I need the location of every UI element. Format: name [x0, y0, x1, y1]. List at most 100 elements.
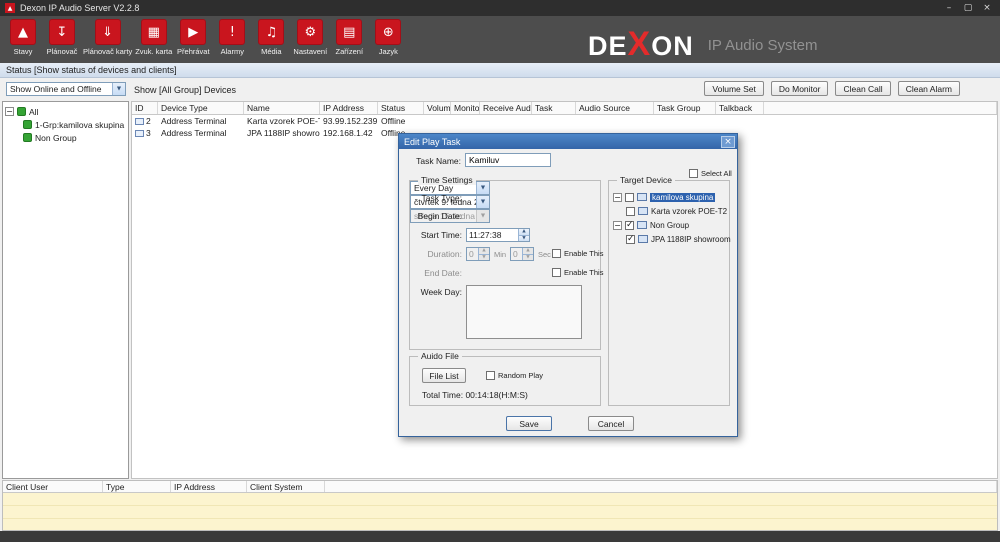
column-header[interactable]: Device Type [158, 102, 244, 114]
column-header[interactable]: IP Address [320, 102, 378, 114]
show-devices-label: Show [All Group] Devices [134, 85, 236, 95]
device-icon [638, 207, 648, 215]
devices-icon: ▤ [336, 19, 362, 45]
chevron-down-icon[interactable] [476, 196, 489, 208]
sound-card-icon: ▦ [141, 19, 167, 45]
window-title: Dexon IP Audio Server V2.2.8 [20, 3, 139, 13]
tree-node-non-group[interactable]: Non Group [5, 131, 126, 144]
toolbar-label: Nastavení [293, 47, 327, 56]
task-name-input[interactable] [465, 153, 551, 167]
tree-node-kamilova[interactable]: 1-Grp:kamilova skupina [5, 118, 126, 131]
column-header[interactable]: IP Address [171, 481, 247, 492]
tree-node-all[interactable]: All [5, 105, 126, 118]
column-header[interactable]: Status [378, 102, 424, 114]
minimize-icon[interactable]: – [941, 2, 957, 14]
toolbar-button-stavy[interactable]: ▲ Stavy [5, 19, 41, 56]
dialog-titlebar[interactable]: Edit Play Task × [399, 134, 737, 149]
updown-arrows-icon [478, 248, 489, 260]
toolbar-button-prehravat[interactable]: ▶ Přehrávat [175, 19, 211, 56]
column-header[interactable]: Monitor [451, 102, 480, 114]
enable-duration-checkbox[interactable]: Enable This [552, 249, 603, 258]
maximize-icon[interactable]: ▢ [960, 2, 976, 14]
tree-expander-icon[interactable] [613, 193, 622, 202]
dialog-close-icon[interactable]: × [721, 136, 735, 148]
column-header[interactable]: Client System [247, 481, 325, 492]
column-header[interactable]: Task [532, 102, 576, 114]
device-type: Address Terminal [158, 127, 244, 139]
clean-call-button[interactable]: Clean Call [835, 81, 890, 96]
checkbox-checked-icon[interactable] [626, 235, 635, 244]
client-table-body [3, 493, 997, 530]
tree-expander-icon[interactable] [5, 107, 14, 116]
column-header[interactable]: Audio Source [576, 102, 654, 114]
target-node-kamilova[interactable]: kamilova skupina [613, 191, 715, 203]
select-all-checkbox[interactable]: Select All [689, 169, 732, 178]
updown-arrows-icon[interactable] [518, 229, 529, 241]
checkbox-icon[interactable] [552, 268, 561, 277]
tree-node-label[interactable]: kamilova skupina [650, 193, 715, 202]
tree-node-label[interactable]: Non Group [35, 133, 77, 143]
app-icon: ▲ [5, 3, 15, 13]
week-day-listbox[interactable] [466, 285, 582, 339]
checkbox-icon[interactable] [552, 249, 561, 258]
column-header[interactable]: Client User [3, 481, 103, 492]
target-node-karta[interactable]: Karta vzorek POE-T2 [613, 205, 727, 217]
column-header[interactable]: Task Group [654, 102, 716, 114]
toolbar-button-nastaveni[interactable]: ⚙ Nastavení [292, 19, 328, 56]
client-table-header[interactable]: Client User Type IP Address Client Syste… [3, 481, 997, 493]
column-header[interactable]: Receive Audio [480, 102, 532, 114]
tree-expander-icon[interactable] [613, 221, 622, 230]
start-time-spinner[interactable]: 11:27:38 [466, 228, 530, 242]
target-device-group: Target Device kamilova skupina Karta vzo… [608, 180, 730, 406]
enable-end-date-checkbox[interactable]: Enable This [552, 268, 603, 277]
edit-play-task-dialog: Edit Play Task × Task Name: Time Setting… [398, 133, 738, 437]
checkbox-checked-icon[interactable] [625, 221, 634, 230]
checkbox-icon[interactable] [689, 169, 698, 178]
column-header[interactable]: Type [103, 481, 171, 492]
toolbar-button-media[interactable]: ♫ Média [253, 19, 289, 56]
enable-end-date-label: Enable This [564, 268, 603, 277]
close-icon[interactable]: × [979, 2, 995, 14]
tree-node-label[interactable]: Non Group [650, 221, 689, 230]
save-button[interactable]: Save [506, 416, 552, 431]
toolbar-button-zarizeni[interactable]: ▤ Zařízení [331, 19, 367, 56]
clean-alarm-button[interactable]: Clean Alarm [898, 81, 960, 96]
time-settings-group: Time Settings Task Type: Every Day Begin… [409, 180, 601, 350]
end-date-label: End Date: [410, 268, 462, 278]
group-icon [23, 133, 32, 142]
toolbar-button-planovac[interactable]: ↧ Plánovač [44, 19, 80, 56]
checkbox-icon[interactable] [625, 193, 634, 202]
target-node-non-group[interactable]: Non Group [613, 219, 689, 231]
device-table-header[interactable]: ID Device Type Name IP Address Status Vo… [132, 102, 997, 115]
tree-node-label[interactable]: JPA 1188IP showroom [651, 235, 731, 244]
toolbar-label: Stavy [14, 47, 33, 56]
duration-sec-spinner: 0 [510, 247, 534, 261]
online-filter-select[interactable]: Show Online and Offline [6, 82, 126, 96]
do-monitor-button[interactable]: Do Monitor [771, 81, 829, 96]
device-row[interactable]: 2 Address Terminal Karta vzorek POE-T2 9… [132, 115, 997, 127]
window-titlebar[interactable]: ▲ Dexon IP Audio Server V2.2.8 – ▢ × [0, 0, 1000, 16]
target-node-jpa[interactable]: JPA 1188IP showroom [613, 233, 731, 245]
column-header[interactable]: Volume [424, 102, 451, 114]
volume-set-button[interactable]: Volume Set [704, 81, 763, 96]
tree-node-label[interactable]: Karta vzorek POE-T2 [651, 207, 727, 216]
begin-date-label: Begin Date: [410, 211, 462, 221]
cancel-button[interactable]: Cancel [588, 416, 634, 431]
chevron-down-icon[interactable] [476, 182, 489, 194]
column-header[interactable]: Name [244, 102, 320, 114]
toolbar-button-jazyk[interactable]: ⊕ Jazyk [370, 19, 406, 56]
toolbar-button-planovac-karty[interactable]: ⇓ Plánovač karty [83, 19, 132, 56]
random-play-checkbox[interactable]: Random Play [486, 371, 543, 380]
toolbar-button-zvuk-karta[interactable]: ▦ Zvuk. karta [135, 19, 172, 56]
tree-node-label[interactable]: 1-Grp:kamilova skupina [35, 120, 124, 130]
dexon-app-window: ▲ Dexon IP Audio Server V2.2.8 – ▢ × ▲ S… [0, 0, 1000, 542]
checkbox-icon[interactable] [486, 371, 495, 380]
column-header[interactable]: Talkback [716, 102, 764, 114]
file-list-button[interactable]: File List [422, 368, 466, 383]
language-globe-icon: ⊕ [375, 19, 401, 45]
checkbox-icon[interactable] [626, 207, 635, 216]
column-header[interactable]: ID [132, 102, 158, 114]
tree-node-label[interactable]: All [29, 107, 38, 117]
chevron-down-icon[interactable] [112, 83, 125, 95]
toolbar-button-alarmy[interactable]: ! Alarmy [214, 19, 250, 56]
